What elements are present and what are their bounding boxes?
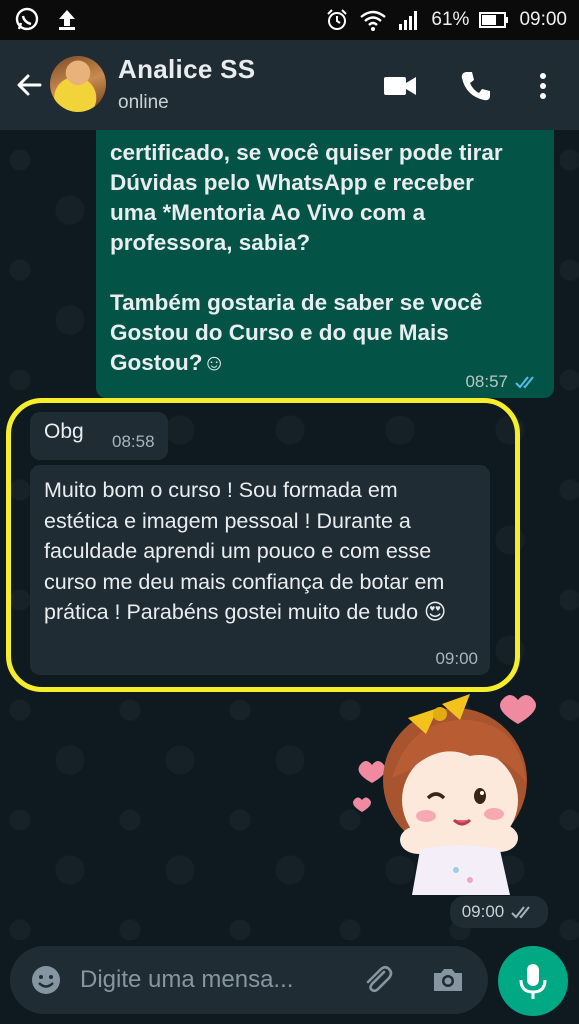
- message-time: 09:00: [461, 902, 505, 921]
- phone-screen: 61% 09:00 Analice SS online certificado,…: [0, 0, 579, 1024]
- mic-icon: [519, 964, 547, 999]
- status-bar: 61% 09:00: [0, 0, 579, 40]
- video-call-icon[interactable]: [380, 66, 420, 106]
- incoming-message[interactable]: Obg 08:58: [30, 412, 168, 460]
- incoming-message[interactable]: Muito bom o curso ! Sou formada em estét…: [30, 465, 490, 675]
- double-check-icon: [515, 376, 534, 389]
- alarm-icon: [327, 9, 348, 30]
- whatsapp-icon: [15, 7, 39, 31]
- composer-bar: [0, 940, 579, 1024]
- phone-icon[interactable]: [456, 66, 496, 106]
- emoji-icon[interactable]: [30, 964, 62, 996]
- clock: 09:00: [519, 9, 567, 30]
- sticker-image[interactable]: [350, 690, 550, 895]
- message-text: Obg: [44, 420, 84, 443]
- chat-area[interactable]: certificado, se você quiser pode tirar D…: [0, 130, 579, 940]
- composer-pill: [10, 946, 488, 1014]
- back-arrow-icon[interactable]: [12, 68, 46, 102]
- signal-icon: [399, 11, 418, 30]
- mic-button[interactable]: [498, 946, 568, 1016]
- message-text: certificado, se você quiser pode tirar D…: [110, 140, 503, 375]
- message-text: Muito bom o curso ! Sou formada em estét…: [44, 478, 447, 624]
- message-time: 08:57: [465, 372, 508, 391]
- paperclip-icon[interactable]: [360, 962, 396, 998]
- outgoing-message[interactable]: certificado, se você quiser pode tirar D…: [96, 130, 554, 398]
- wifi-icon: [360, 10, 387, 31]
- upload-icon: [59, 10, 75, 30]
- double-check-icon: [511, 906, 531, 919]
- camera-icon[interactable]: [430, 962, 466, 998]
- battery-icon: [479, 12, 509, 28]
- battery-percent: 61%: [431, 9, 470, 30]
- more-vertical-icon[interactable]: [528, 66, 558, 106]
- avatar[interactable]: [50, 56, 106, 112]
- message-input[interactable]: [80, 963, 350, 997]
- message-time: 08:58: [112, 432, 155, 451]
- message-time: 09:00: [435, 649, 478, 668]
- contact-name[interactable]: Analice SS: [118, 54, 255, 85]
- contact-status: online: [118, 92, 169, 113]
- sticker-meta: 09:00: [450, 896, 548, 928]
- message-meta: 08:57: [465, 372, 540, 392]
- chat-header: Analice SS online: [0, 40, 579, 130]
